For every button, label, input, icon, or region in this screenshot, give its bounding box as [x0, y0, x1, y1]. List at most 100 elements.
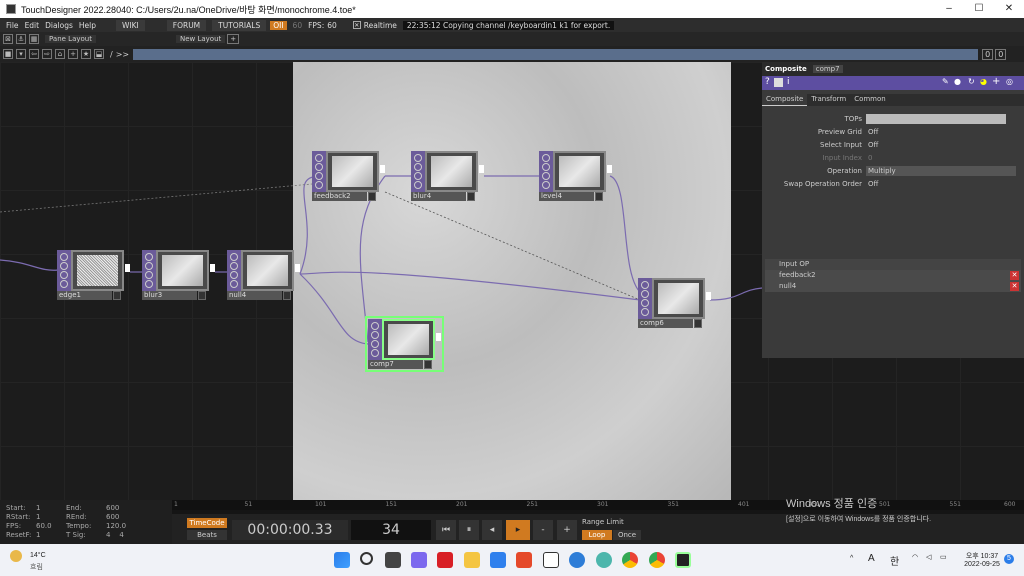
search-icon[interactable]	[360, 552, 373, 565]
weather-icon[interactable]	[10, 550, 22, 562]
node-flags[interactable]	[312, 151, 326, 192]
viewer-toggle-icon[interactable]	[424, 360, 432, 369]
notification-badge[interactable]: 5	[1004, 554, 1014, 564]
back-icon[interactable]: ⇦	[29, 49, 39, 59]
ime-lang[interactable]: A	[868, 553, 875, 564]
timecode-toggle[interactable]: TimeCode	[187, 518, 227, 528]
anchor-icon[interactable]: ⚓	[16, 34, 26, 44]
node-feedback2[interactable]: feedback2	[312, 151, 385, 201]
menu-dialogs[interactable]: Dialogs	[45, 21, 73, 30]
clock-time[interactable]: 오후 10:37	[962, 551, 1002, 561]
fps-value[interactable]: 60.0	[36, 522, 66, 530]
chat-icon[interactable]	[411, 552, 427, 568]
node-flags[interactable]	[411, 151, 425, 192]
home-icon[interactable]: ⌂	[55, 49, 65, 59]
task-view-icon[interactable]	[385, 552, 401, 568]
clock-date[interactable]: 2022-09-25	[958, 561, 1006, 568]
viewer-toggle-icon[interactable]	[283, 291, 291, 300]
operation-dropdown[interactable]: Multiply	[866, 165, 1016, 176]
tray-chevron-icon[interactable]: ^	[850, 555, 853, 562]
node-comp7[interactable]: comp7	[365, 316, 444, 372]
node-blur4[interactable]: blur4	[411, 151, 484, 201]
pause-button[interactable]: ⏸	[459, 520, 479, 540]
star-icon[interactable]: ★	[81, 49, 91, 59]
remove-input-icon[interactable]: ✕	[1010, 282, 1019, 291]
wifi-icon[interactable]: ◠	[912, 553, 918, 561]
output-connector[interactable]	[295, 264, 300, 272]
tab-composite[interactable]: Composite	[762, 94, 808, 106]
node-edge1[interactable]: edge1	[57, 250, 130, 300]
rend-value[interactable]: 600	[106, 513, 136, 521]
step-plus-button[interactable]: +	[557, 520, 577, 540]
path-field[interactable]	[133, 48, 979, 60]
step-back-button[interactable]: ◂	[482, 520, 502, 540]
preview-grid-toggle[interactable]: Off	[866, 127, 894, 137]
menu-edit[interactable]: Edit	[25, 21, 40, 30]
path-root[interactable]: /	[110, 50, 113, 59]
notion-icon[interactable]	[543, 552, 559, 568]
forward-icon[interactable]: ⇨	[42, 49, 52, 59]
input-index-slider[interactable]: 0	[866, 153, 906, 163]
expand-icon[interactable]: ⬓	[94, 49, 104, 59]
start-icon[interactable]	[334, 552, 350, 568]
comment-icon[interactable]: ●	[954, 77, 961, 86]
menu-help[interactable]: Help	[79, 21, 96, 30]
loop-toggle[interactable]: Loop	[582, 530, 612, 540]
edit-icon[interactable]: ✎	[942, 77, 949, 86]
mail-icon[interactable]	[490, 552, 506, 568]
input-row-null4[interactable]: null4	[765, 281, 1021, 292]
output-connector[interactable]	[436, 333, 441, 341]
add-icon[interactable]: +	[992, 76, 1000, 87]
oii-badge[interactable]: OII	[270, 20, 287, 30]
step-minus-button[interactable]: -	[533, 520, 553, 540]
output-connector[interactable]	[380, 165, 385, 173]
menu-file[interactable]: File	[6, 21, 19, 30]
new-layout-button[interactable]: New Layout	[175, 35, 226, 43]
add-op-icon[interactable]: +	[68, 49, 78, 59]
node-comp6[interactable]: comp6	[638, 278, 711, 328]
tempo-value[interactable]: 120.0	[106, 522, 136, 530]
end-value[interactable]: 600	[106, 504, 136, 512]
op-name-field[interactable]: comp7	[812, 65, 843, 73]
info-icon[interactable]: i	[787, 77, 790, 87]
node-null4[interactable]: null4	[227, 250, 300, 300]
color-icon[interactable]: ◕	[980, 77, 987, 86]
realtime-checkbox[interactable]: ✕	[352, 21, 361, 29]
rstart-value[interactable]: 1	[36, 513, 66, 521]
output-connector[interactable]	[706, 292, 711, 300]
tab-transform[interactable]: Transform	[807, 94, 850, 106]
forum-button[interactable]: FORUM	[166, 19, 207, 31]
touchdesigner-icon[interactable]	[675, 552, 691, 568]
viewer-toggle-icon[interactable]	[694, 319, 702, 328]
play-button[interactable]: ▸	[506, 520, 530, 540]
layout-grid-icon[interactable]: ▦	[29, 34, 39, 44]
node-flags[interactable]	[57, 250, 71, 291]
close-button[interactable]: ✕	[994, 0, 1024, 18]
node-level4[interactable]: level4	[539, 151, 612, 201]
stop-icon[interactable]: ■	[3, 49, 13, 59]
node-flags[interactable]	[638, 278, 652, 319]
tsig-value[interactable]: 4 4	[106, 531, 136, 539]
tab-common[interactable]: Common	[850, 94, 890, 106]
refresh-icon[interactable]: ↻	[968, 77, 975, 86]
resetf-value[interactable]: 1	[36, 531, 66, 539]
python-icon[interactable]	[774, 78, 783, 87]
chrome-icon[interactable]	[622, 552, 638, 568]
split-pane-icon[interactable]: ⊠	[3, 34, 13, 44]
volume-icon[interactable]: ◁	[926, 553, 931, 561]
pane-layout-button[interactable]: Pane Layout	[45, 35, 96, 43]
viewer-toggle-icon[interactable]	[368, 192, 376, 201]
start-value[interactable]: 1	[36, 504, 66, 512]
beats-toggle[interactable]: Beats	[187, 530, 227, 540]
node-flags[interactable]	[539, 151, 553, 192]
browser-icon[interactable]	[596, 552, 612, 568]
help-icon[interactable]: ?	[765, 77, 770, 87]
select-input-toggle[interactable]: Off	[866, 140, 894, 150]
node-flags[interactable]	[142, 250, 156, 291]
target-icon[interactable]: ◎	[1006, 77, 1013, 86]
output-connector[interactable]	[125, 264, 130, 272]
output-connector[interactable]	[210, 264, 215, 272]
once-toggle[interactable]: Once	[613, 530, 641, 540]
frame-display[interactable]: 34	[351, 520, 431, 540]
tops-field[interactable]	[866, 113, 1006, 124]
